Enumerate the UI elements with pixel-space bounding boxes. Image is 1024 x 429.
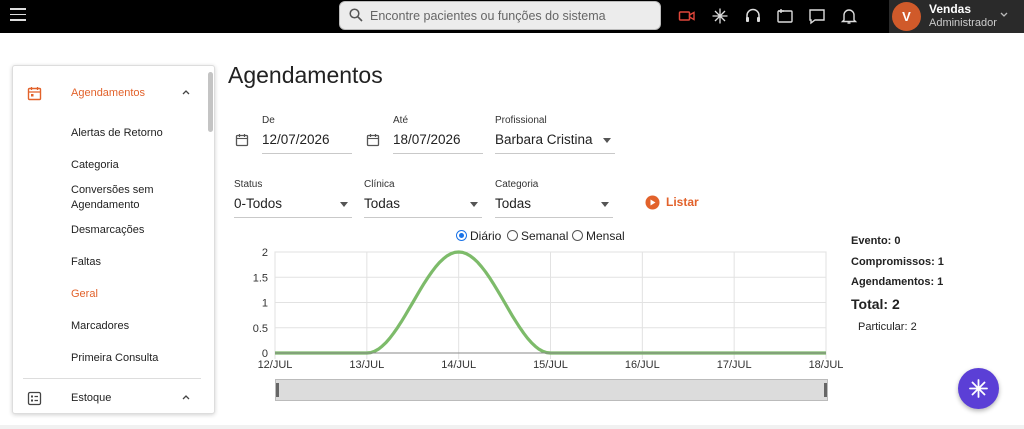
- calendar-icon: [27, 87, 42, 101]
- stat-agendamentos: Agendamentos: 1: [851, 276, 944, 288]
- stat-total: Total: 2: [851, 296, 900, 312]
- sidebar-section-estoque[interactable]: Estoque: [13, 387, 206, 411]
- sidebar-item-primeira-consulta[interactable]: Primeira Consulta: [71, 351, 181, 366]
- categoria-select[interactable]: Todas: [495, 192, 613, 218]
- status-label: Status: [234, 179, 263, 190]
- assistant-fab-button[interactable]: [958, 368, 999, 409]
- page-title: Agendamentos: [228, 62, 383, 88]
- de-date-field[interactable]: 12/07/2026: [262, 128, 352, 154]
- ate-date-value: 18/07/2026: [393, 132, 461, 147]
- x-tick-label: 18/JUL: [809, 359, 844, 371]
- ate-date-field[interactable]: 18/07/2026: [393, 128, 483, 154]
- x-tick-label: 15/JUL: [533, 359, 568, 371]
- sidebar: Agendamentos Alertas de Retorno Categori…: [12, 65, 215, 414]
- user-role: Administrador: [929, 17, 997, 29]
- sidebar-item-faltas[interactable]: Faltas: [71, 255, 181, 270]
- appointments-line-chart: 00.511.5212/JUL 13/JUL 14/JUL 15/JUL 16/JUL 1…: [253, 247, 844, 371]
- sidebar-section-agendamentos[interactable]: Agendamentos: [13, 82, 206, 106]
- status-value: 0-Todos: [234, 196, 283, 211]
- radio-dot: [507, 230, 518, 241]
- radio-label: Mensal: [586, 229, 625, 243]
- footer-line: [0, 425, 1024, 429]
- sidebar-item-desmarcacoes[interactable]: Desmarcações: [71, 223, 181, 238]
- status-select[interactable]: 0-Todos: [234, 192, 352, 218]
- slider-handle-right[interactable]: [824, 383, 827, 397]
- search-icon: [349, 8, 363, 22]
- sidebar-item-marcadores[interactable]: Marcadores: [71, 319, 181, 334]
- categoria-label: Categoria: [495, 179, 539, 190]
- play-circle-icon: [645, 195, 660, 210]
- calendar-icon[interactable]: [235, 133, 249, 147]
- dropdown-caret-icon: [603, 138, 611, 143]
- sidebar-item-categoria[interactable]: Categoria: [71, 158, 181, 173]
- radio-label: Semanal: [521, 229, 569, 243]
- ate-label: Até: [393, 115, 409, 126]
- profissional-label: Profissional: [495, 115, 547, 126]
- chevron-up-icon: [182, 90, 190, 95]
- dropdown-caret-icon: [601, 202, 609, 207]
- search-input[interactable]: [370, 6, 650, 26]
- bell-icon[interactable]: [840, 7, 858, 25]
- de-date-value: 12/07/2026: [262, 132, 330, 147]
- range-slider[interactable]: [275, 379, 828, 401]
- top-bar: V Vendas Administrador: [0, 0, 1024, 33]
- chat-icon[interactable]: [808, 7, 826, 25]
- search-box[interactable]: [339, 1, 661, 30]
- headset-icon[interactable]: [744, 7, 762, 25]
- support-ticket-icon[interactable]: [776, 7, 794, 25]
- x-tick-label: 13/JUL: [349, 359, 384, 371]
- x-tick-label: 14/JUL: [441, 359, 476, 371]
- user-name: Vendas: [929, 2, 972, 16]
- calendar-icon[interactable]: [366, 133, 380, 147]
- sidebar-divider: [23, 378, 201, 379]
- video-call-icon[interactable]: [678, 7, 696, 25]
- x-tick-label: 17/JUL: [717, 359, 752, 371]
- y-tick-label: 1: [262, 298, 268, 310]
- sparkle-icon[interactable]: [711, 7, 729, 25]
- sparkle-icon: [969, 379, 988, 398]
- chevron-down-icon: [1000, 12, 1008, 17]
- listar-label: Listar: [666, 195, 699, 209]
- profissional-select[interactable]: Barbara Cristina: [495, 128, 615, 154]
- sidebar-item-alertas-de-retorno[interactable]: Alertas de Retorno: [71, 126, 181, 141]
- inventory-icon: [27, 391, 42, 406]
- radio-label: Diário: [470, 229, 502, 243]
- sidebar-scrollbar[interactable]: [208, 72, 213, 132]
- clinica-label: Clínica: [364, 179, 395, 190]
- user-menu[interactable]: V Vendas Administrador: [889, 0, 1024, 33]
- profissional-value: Barbara Cristina: [495, 132, 593, 147]
- chevron-up-icon: [182, 395, 190, 400]
- hamburger-menu-icon[interactable]: [10, 8, 26, 22]
- dropdown-caret-icon: [470, 202, 478, 207]
- clinica-select[interactable]: Todas: [364, 192, 482, 218]
- de-label: De: [262, 115, 275, 126]
- y-tick-label: 0.5: [253, 323, 268, 335]
- stat-particular: Particular: 2: [858, 321, 917, 333]
- stat-evento: Evento: 0: [851, 235, 901, 247]
- sidebar-second-section-label: Estoque: [71, 392, 112, 404]
- radio-dot: [572, 230, 583, 241]
- clinica-value: Todas: [364, 196, 401, 211]
- y-tick-label: 2: [262, 247, 268, 259]
- sidebar-item-geral[interactable]: Geral: [71, 287, 181, 302]
- stat-compromissos: Compromissos: 1: [851, 256, 944, 268]
- sidebar-section-label: Agendamentos: [71, 87, 145, 99]
- radio-dot: [456, 230, 467, 241]
- slider-handle-left[interactable]: [276, 383, 279, 397]
- sidebar-item-conversoes[interactable]: Conversões sem Agendamento: [71, 183, 181, 213]
- avatar: V: [892, 2, 921, 31]
- dropdown-caret-icon: [340, 202, 348, 207]
- categoria-value: Todas: [495, 196, 532, 211]
- x-tick-label: 12/JUL: [258, 359, 293, 371]
- x-tick-label: 16/JUL: [625, 359, 660, 371]
- y-tick-label: 1.5: [253, 272, 268, 284]
